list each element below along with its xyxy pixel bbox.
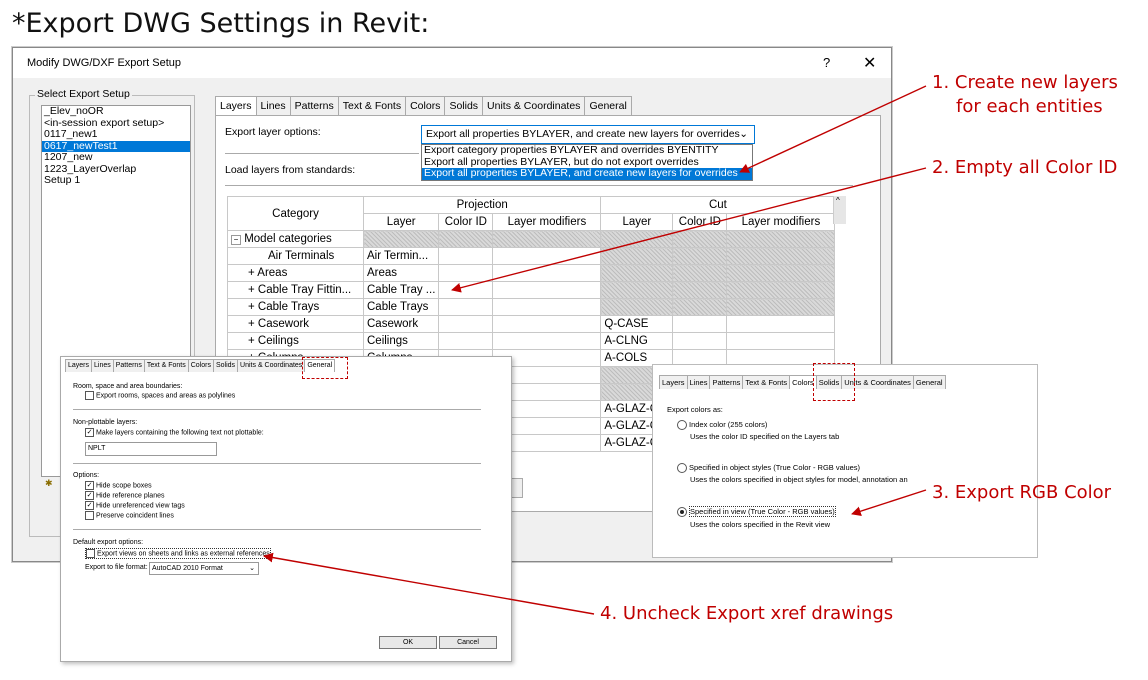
annotation-arrows: [263, 85, 927, 615]
arrow-1: [739, 85, 927, 173]
arrow-3: [851, 489, 927, 516]
arrow-2: [451, 167, 927, 293]
arrow-4: [263, 552, 595, 615]
